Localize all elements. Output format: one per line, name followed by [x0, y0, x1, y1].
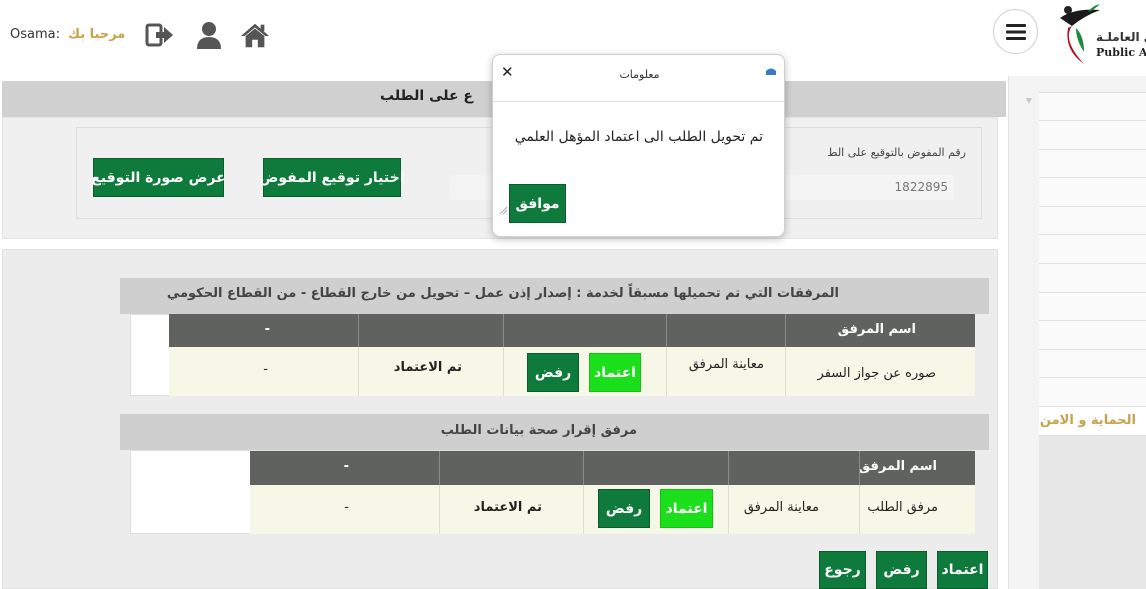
authority-logo: وى العاملـة Public Aut [1052, 0, 1146, 68]
logo-english-text: Public Aut [1096, 46, 1146, 59]
dialog-title: معلومات [619, 68, 660, 81]
sidebar-collapse-icon[interactable] [1024, 96, 1034, 106]
home-icon[interactable] [240, 20, 270, 50]
menu-button[interactable] [993, 9, 1038, 54]
back-button[interactable]: رجوع [819, 551, 866, 589]
sidebar-item[interactable] [1039, 320, 1146, 348]
sidebar-submenu-area [1039, 436, 1146, 589]
greeting-label: مرحبا بك [68, 27, 126, 42]
approval-status: تم الاعتماد [393, 360, 462, 375]
sidebar-item[interactable] [1039, 234, 1146, 262]
approve-request-button[interactable]: اعتماد [937, 551, 988, 589]
close-icon[interactable]: ✕ [501, 63, 514, 81]
username-label: Osama: [10, 27, 60, 42]
ok-button[interactable]: موافق [509, 184, 566, 223]
info-dialog: معلومات ✕ تم تحويل الطلب الى اعتماد المؤ… [492, 54, 785, 237]
info-icon [766, 68, 776, 75]
welcome-text: Osama: مرحبا بك [10, 27, 125, 42]
menu-icon [1005, 23, 1026, 40]
sidebar-item[interactable] [1039, 377, 1146, 405]
approve-attachment-button[interactable]: اعتماد [589, 353, 641, 392]
sidebar-item[interactable] [1039, 149, 1146, 177]
column-attachment-name: اسم المرفق [837, 322, 916, 337]
attachment-note: - [344, 500, 349, 515]
sidebar-item[interactable] [1039, 177, 1146, 205]
sidebar-item[interactable] [1039, 92, 1146, 120]
attachment-name: مرفق الطلب [867, 500, 938, 515]
declaration-section-title: مرفق إقرار صحة بيانات الطلب [120, 414, 989, 450]
sidebar-item[interactable] [1039, 263, 1146, 291]
column-note: - [343, 459, 349, 474]
column-note: - [264, 322, 270, 337]
logo-arabic-text: وى العاملـة [1096, 30, 1146, 44]
approval-status: تم الاعتماد [473, 500, 542, 515]
approve-attachment-button[interactable]: اعتماد [660, 489, 713, 528]
dialog-message: تم تحويل الطلب الى اعتماد المؤهل العلمي [514, 129, 763, 145]
view-signature-button[interactable]: عرض صورة التوقيع [91, 158, 226, 197]
logout-icon[interactable] [145, 20, 175, 50]
delegate-number-label: رقم المفوض بالتوقيع على الط [827, 146, 966, 159]
sidebar-item[interactable] [1039, 349, 1146, 377]
sidebar-item-protection-security[interactable]: الحماية و الامن [1039, 406, 1146, 436]
attachment-name: صوره عن جواز السفر [817, 366, 936, 381]
attachment-note: - [263, 362, 268, 377]
sidebar-item[interactable] [1039, 292, 1146, 320]
reject-attachment-button[interactable]: رفض [598, 489, 650, 528]
reject-request-button[interactable]: رفض [876, 551, 927, 589]
preview-attachment-link[interactable]: معاينة المرفق [729, 500, 819, 515]
resize-grip-icon[interactable] [498, 205, 508, 215]
column-attachment-name: اسم المرفق [858, 459, 937, 474]
preview-attachment-link[interactable]: معاينة المرفق [667, 357, 764, 372]
user-icon[interactable] [194, 20, 224, 50]
attachments-section-title: المرفقات التي تم تحميلها مسبقاً لخدمة : … [120, 278, 989, 314]
choose-signature-button[interactable]: اختيار توقيع المفوض [260, 158, 405, 197]
sidebar-item[interactable] [1039, 120, 1146, 148]
sidebar-item[interactable] [1039, 206, 1146, 234]
signature-panel-title: ع على الطلب [380, 88, 473, 104]
reject-attachment-button[interactable]: رفض [527, 353, 579, 392]
